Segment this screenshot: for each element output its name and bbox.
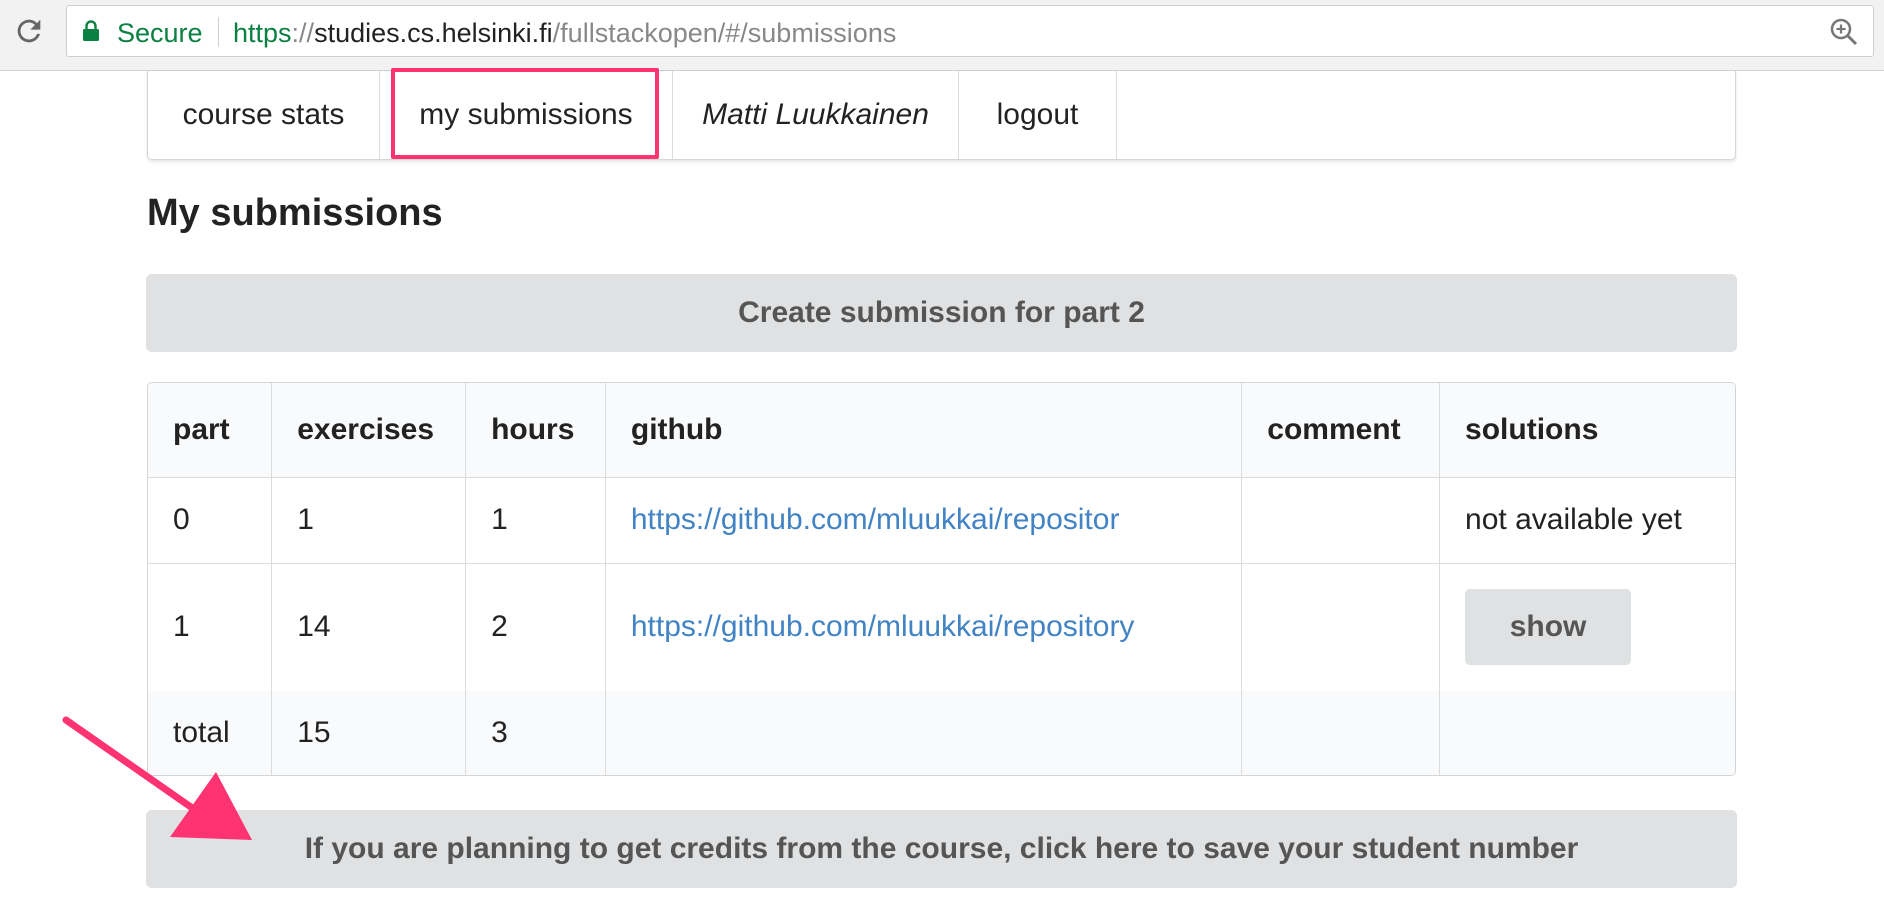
url-host: studies.cs.helsinki.fi: [314, 18, 553, 48]
page-title: My submissions: [147, 192, 443, 234]
cell-comment: [1241, 563, 1441, 691]
total-hours: 3: [465, 691, 606, 775]
table-row: 0 1 1 https://github.com/mluukkai/reposi…: [148, 477, 1735, 564]
lock-icon: [83, 20, 99, 41]
submissions-table: part exercises hours github comment solu…: [147, 382, 1736, 776]
url-text[interactable]: https://studies.cs.helsinki.fi/fullstack…: [233, 18, 896, 49]
show-solutions-button[interactable]: show: [1465, 589, 1632, 666]
cell-comment: [1241, 477, 1441, 564]
nav-course-stats[interactable]: course stats: [148, 71, 380, 159]
url-slashes: ://: [291, 18, 315, 48]
total-exercises: 15: [271, 691, 467, 775]
cell-hours: 2: [465, 563, 606, 691]
github-link[interactable]: https://github.com/mluukkai/repository: [631, 610, 1135, 643]
cell-part: 1: [148, 563, 273, 691]
nav-my-submissions[interactable]: my submissions: [380, 71, 673, 159]
total-solutions: [1439, 691, 1735, 775]
app-menu: course stats my submissions Matti Luukka…: [147, 71, 1736, 160]
create-submission-button[interactable]: Create submission for part 2: [146, 274, 1737, 352]
table-total-row: total 15 3: [148, 691, 1735, 775]
cell-exercises: 14: [271, 563, 467, 691]
header-hours: hours: [465, 383, 606, 478]
total-label: total: [148, 691, 273, 775]
cell-exercises: 1: [271, 477, 467, 564]
browser-toolbar: Secure https://studies.cs.helsinki.fi/fu…: [0, 0, 1884, 71]
header-comment: comment: [1241, 383, 1441, 478]
cell-github: https://github.com/mluukkai/repositor: [605, 477, 1243, 564]
total-comment: [1241, 691, 1441, 775]
cell-solutions: show: [1440, 563, 1735, 691]
cell-solutions: not available yet: [1439, 477, 1735, 564]
cell-github: https://github.com/mluukkai/repository: [605, 563, 1243, 691]
student-number-button[interactable]: If you are planning to get credits from …: [146, 810, 1737, 888]
header-part: part: [148, 383, 273, 478]
github-link[interactable]: https://github.com/mluukkai/repositor: [631, 503, 1120, 536]
total-github: [605, 691, 1243, 775]
cell-part: 0: [148, 477, 273, 564]
cell-hours: 1: [465, 477, 606, 564]
zoom-icon[interactable]: [1829, 17, 1859, 47]
table-header-row: part exercises hours github comment solu…: [148, 383, 1735, 478]
table-row: 1 14 2 https://github.com/mluukkai/repos…: [148, 563, 1735, 691]
header-solutions: solutions: [1439, 383, 1735, 478]
address-bar[interactable]: Secure https://studies.cs.helsinki.fi/fu…: [66, 5, 1874, 57]
nav-user-name: Matti Luukkainen: [673, 71, 959, 159]
nav-logout[interactable]: logout: [959, 71, 1117, 159]
secure-label: Secure: [117, 18, 203, 48]
header-exercises: exercises: [271, 383, 467, 478]
url-scheme: https: [233, 18, 292, 48]
url-separator: [218, 17, 219, 47]
reload-icon[interactable]: [12, 14, 46, 48]
url-path: /fullstackopen/#/submissions: [552, 18, 897, 48]
header-github: github: [605, 383, 1243, 478]
